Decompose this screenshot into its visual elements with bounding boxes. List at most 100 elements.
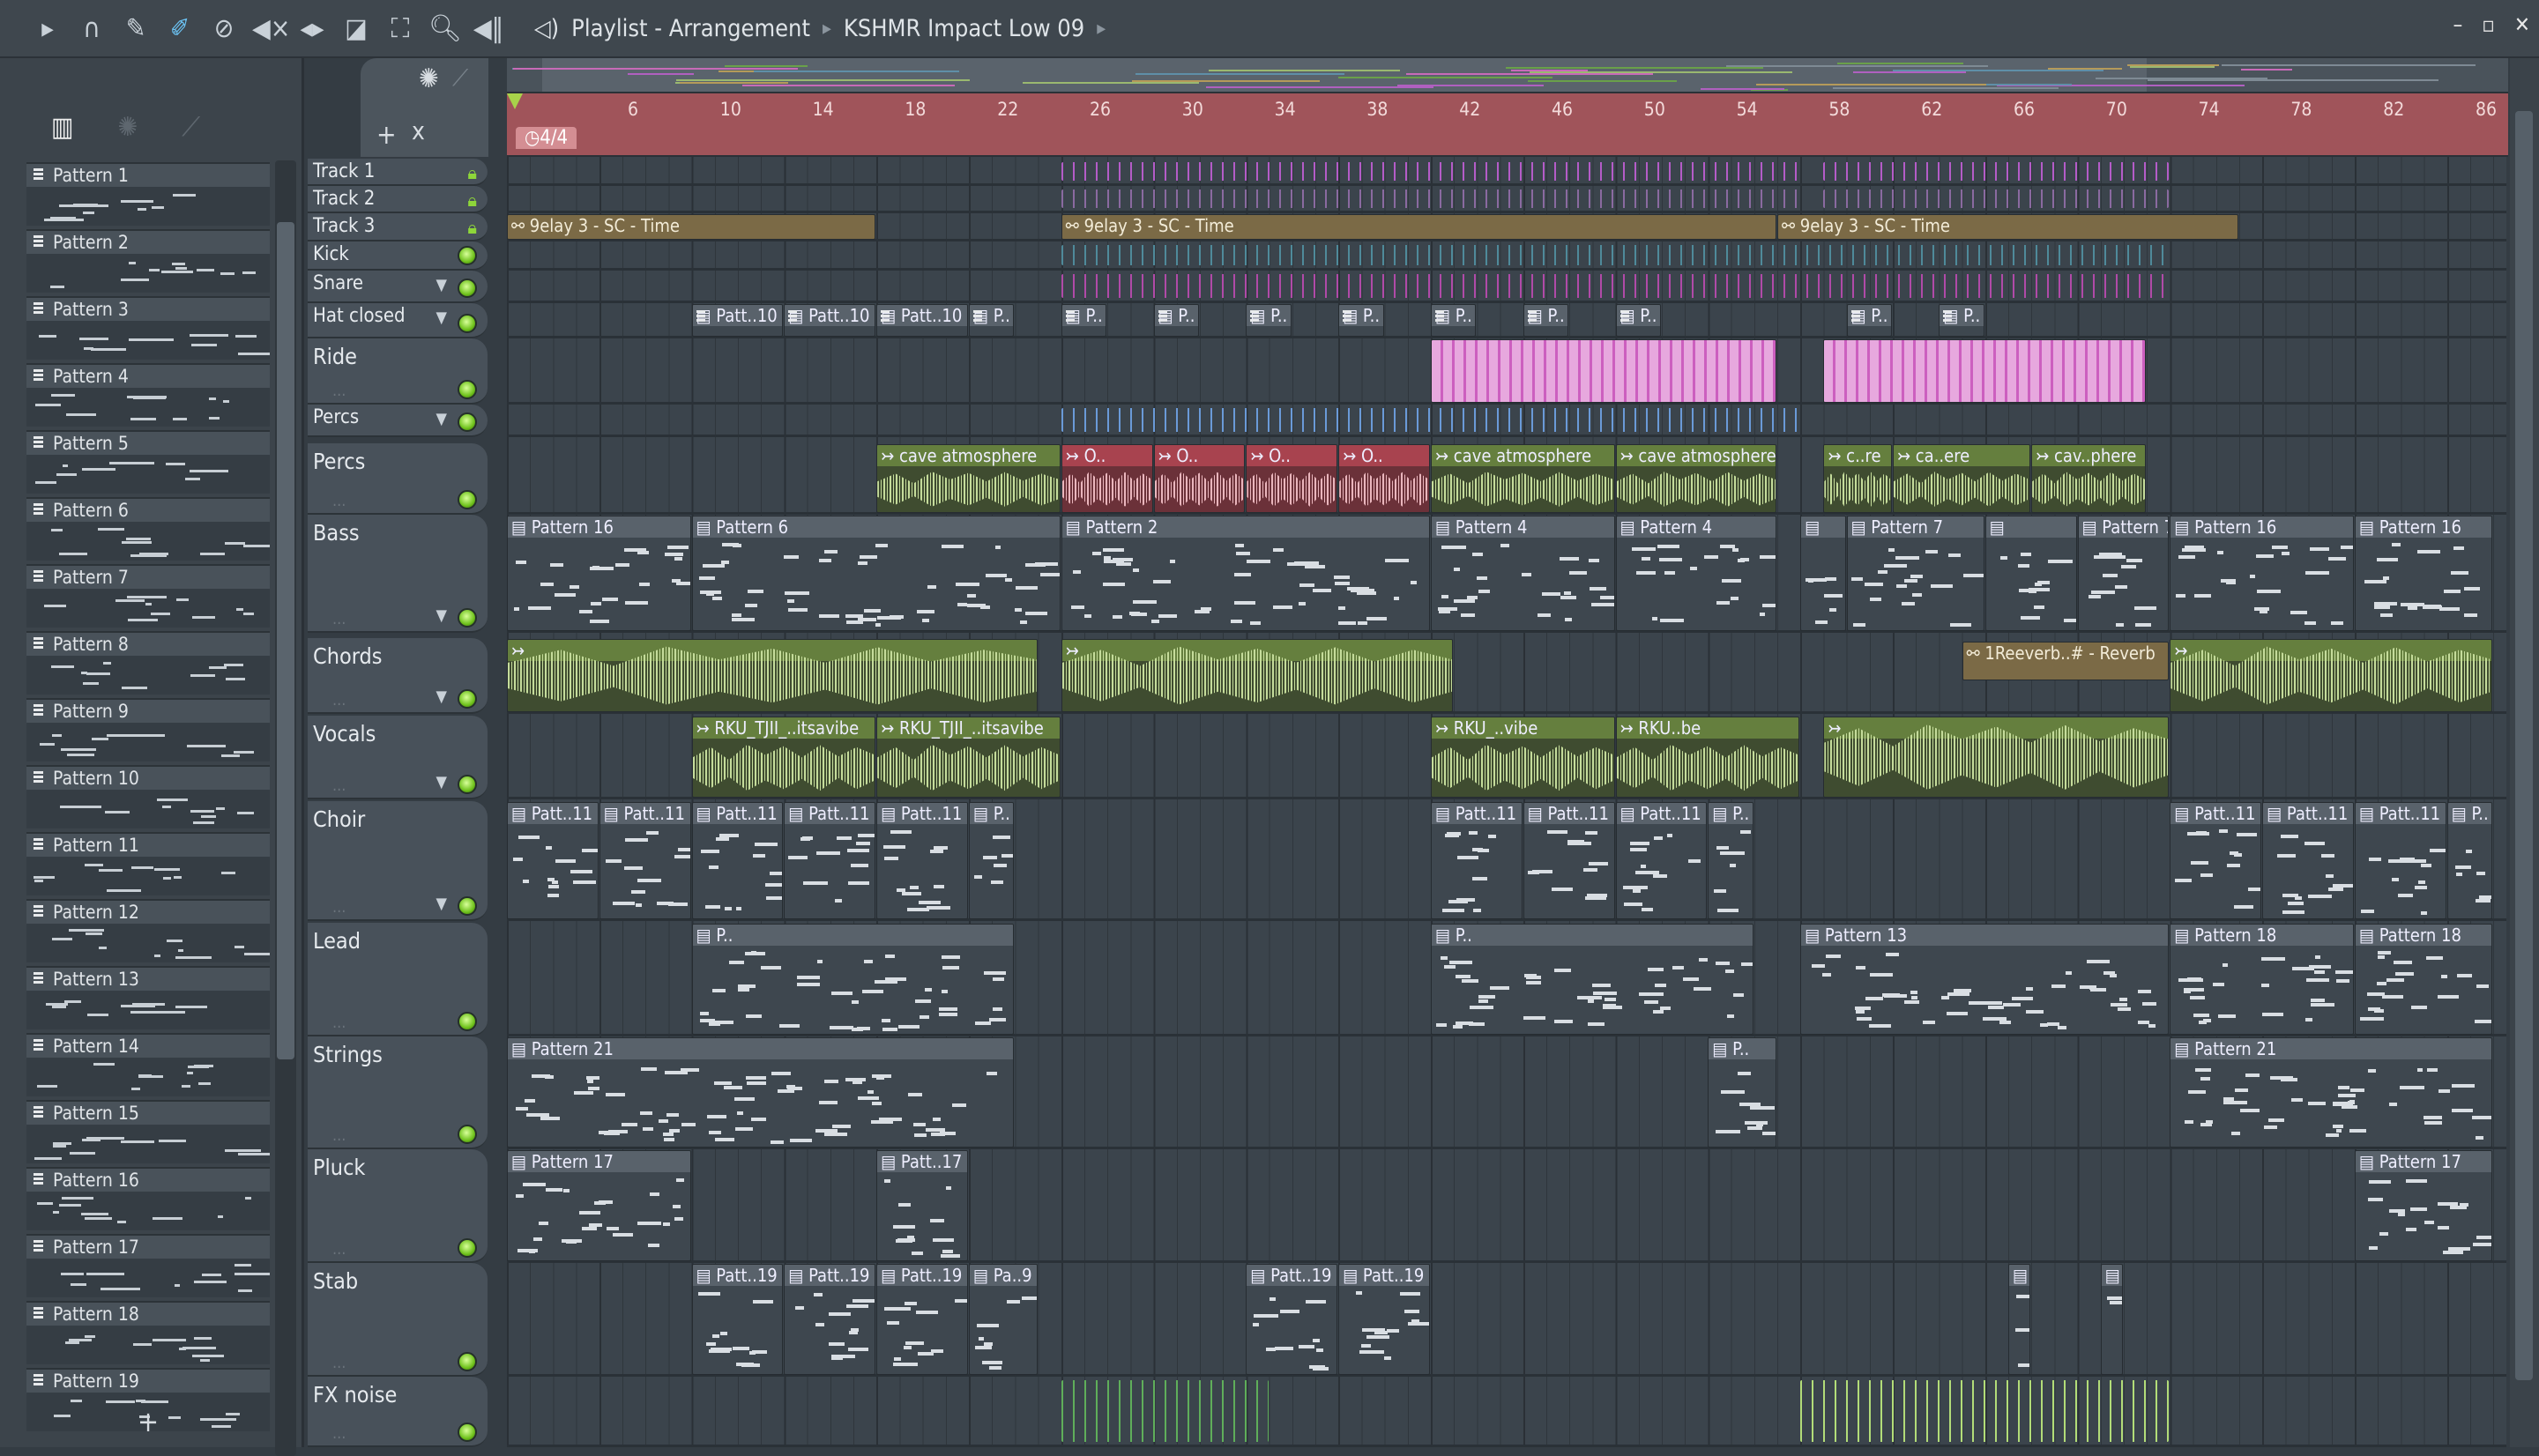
track-enable-led[interactable] — [458, 896, 477, 916]
track-header[interactable]: Vocals ▼... — [308, 716, 488, 799]
track-header[interactable]: Bass ▼... — [308, 515, 488, 633]
dropdown-arrow-icon[interactable]: ▼ — [436, 687, 447, 706]
clip-marks[interactable] — [1061, 162, 1800, 181]
clip-marks[interactable] — [1823, 162, 2170, 181]
more-icon[interactable]: ... — [332, 492, 346, 510]
mute-speaker-icon[interactable]: ◀× — [252, 13, 290, 44]
close-icon[interactable]: x — [412, 116, 425, 145]
track-header[interactable]: Choir ▼... — [308, 801, 488, 921]
pattern-clip[interactable]: ▤ Pattern 4 — [1431, 516, 1615, 631]
playlist-grid[interactable]: ⚯ 9elay 3 - SC - Time ⚯ 9elay 3 - SC - Ti… — [507, 157, 2506, 1447]
track-header[interactable]: Hat closed ▼ — [308, 303, 488, 338]
pattern-clip[interactable]: ▤ Pattern 6 — [691, 516, 1061, 631]
dropdown-arrow-icon[interactable]: ▼ — [436, 410, 447, 428]
pattern-clip[interactable]: ▤ Pattern 21 — [507, 1037, 1015, 1148]
track-header[interactable]: Lead... — [308, 923, 488, 1036]
track-enable-led[interactable] — [458, 689, 477, 709]
pattern-clip[interactable]: ▤ Pattern 18 — [2355, 924, 2493, 1035]
pattern-clip[interactable]: ▤ Patt..19 — [1338, 1264, 1430, 1375]
pattern-clip[interactable]: ▤ — [1800, 516, 1846, 631]
pattern-list-item[interactable]: Pattern 14 — [26, 1033, 270, 1096]
audio-clip[interactable]: ↣ — [1061, 639, 1454, 712]
magnet-icon[interactable]: ∩ — [76, 13, 108, 44]
track-header[interactable]: Ride... — [308, 338, 488, 405]
pattern-list-item[interactable]: Pattern 18 — [26, 1301, 270, 1364]
playhead-marker[interactable] — [507, 93, 523, 109]
pattern-list-item[interactable]: Pattern 1 — [26, 162, 270, 226]
slip-icon[interactable]: ◂▸ — [296, 13, 328, 44]
pattern-clip[interactable]: ▤ Pa..9 — [969, 1264, 1038, 1375]
pattern-clip[interactable]: ▤ P.. — [969, 802, 1015, 919]
audio-clip[interactable]: ↣ RKU..be — [1615, 717, 1800, 798]
playback-icon[interactable]: ◀‖ — [473, 13, 504, 44]
dropdown-arrow-icon[interactable]: ▼ — [436, 308, 447, 327]
audio-clip[interactable]: ↣ ca..ere — [1893, 444, 2031, 513]
pattern-clip[interactable]: ▤ Patt..19 — [691, 1264, 784, 1375]
arrangement-overview[interactable] — [507, 58, 2508, 93]
pattern-clip[interactable]: ▤ Patt..11 — [1523, 802, 1615, 919]
pattern-list-item[interactable]: Pattern 13 — [26, 966, 270, 1029]
audio-clip[interactable]: ↣ O.. — [1061, 444, 1153, 513]
more-icon[interactable]: ... — [332, 1354, 346, 1372]
track-enable-led[interactable] — [458, 1423, 477, 1442]
pattern-clip[interactable]: ▤ P.. — [969, 304, 1015, 337]
pattern-clip[interactable]: ▤ Patt..11 — [1431, 802, 1523, 919]
pattern-clip[interactable]: ▤ P.. — [1246, 304, 1292, 337]
audio-clip[interactable]: ↣ O.. — [1153, 444, 1246, 513]
pattern-list-item[interactable]: Pattern 7 — [26, 564, 270, 628]
pattern-clip[interactable] — [1431, 339, 1776, 403]
pattern-list-item[interactable]: Pattern 15 — [26, 1100, 270, 1163]
pattern-list-item[interactable]: Pattern 3 — [26, 296, 270, 360]
pattern-clip[interactable]: ▤ — [1984, 516, 2077, 631]
slice-icon[interactable]: ◪ — [340, 13, 372, 44]
pattern-clip[interactable]: ▤ Patt..11 — [2262, 802, 2354, 919]
pattern-clip[interactable]: ▤ Patt..17 — [876, 1150, 968, 1261]
pattern-clip[interactable]: ▤ Patt..11 — [2170, 802, 2262, 919]
track-header[interactable]: Snare ▼ — [308, 271, 488, 303]
pattern-clip[interactable]: ▤ Patt..11 — [507, 802, 599, 919]
clip-marks[interactable] — [1061, 408, 1800, 432]
audio-clip[interactable]: ↣ RKU_TJII_..itsavibe — [876, 717, 1061, 798]
lock-icon[interactable]: 🔒︎ — [467, 189, 477, 211]
track-header[interactable]: Kick — [308, 241, 488, 271]
audio-clip[interactable]: ↣ — [1823, 717, 2170, 798]
pattern-list-scrollbar[interactable] — [275, 160, 296, 1456]
track-enable-led[interactable] — [458, 1352, 477, 1371]
track-lane[interactable] — [507, 1377, 2506, 1447]
more-icon[interactable]: ... — [332, 1014, 346, 1032]
track-enable-led[interactable] — [458, 1125, 477, 1144]
pattern-clip[interactable]: ▤ Patt..19 — [1246, 1264, 1338, 1375]
track-enable-led[interactable] — [458, 1238, 477, 1258]
pattern-clip[interactable]: ▤ Pattern 21 — [2170, 1037, 2493, 1148]
track-header[interactable]: Percs ▼ — [308, 405, 488, 437]
timeline-ruler[interactable]: ◷4/4 6 10 14 18 22 26 30 34 38 42 46 50 54 58 62 66 70 74… — [507, 93, 2508, 157]
pattern-list-item[interactable]: Pattern 17 — [26, 1234, 270, 1297]
pattern-clip[interactable]: ▤ P.. — [1061, 304, 1107, 337]
pattern-list-item[interactable]: Pattern 16 — [26, 1167, 270, 1230]
track-header[interactable]: Track 1 🔒︎ — [308, 159, 488, 186]
pattern-list-item[interactable]: Pattern 10 — [26, 765, 270, 828]
scrollbar-thumb[interactable] — [277, 222, 294, 1059]
more-icon[interactable]: ... — [332, 382, 346, 400]
audio-wave-icon[interactable]: ✺ — [419, 63, 439, 94]
pattern-clip[interactable]: ▤ P.. — [1338, 304, 1384, 337]
pencil-icon[interactable]: ✎ — [120, 13, 152, 44]
pattern-clip[interactable]: ▤ P.. — [1615, 304, 1661, 337]
pattern-clip[interactable]: ▤ Patt..11 — [2355, 802, 2446, 919]
pattern-clip[interactable]: ▤ Pattern 4 — [1615, 516, 1776, 631]
pattern-list-item[interactable]: Pattern 8 — [26, 631, 270, 695]
chevron-right-icon[interactable]: ▸ — [1097, 18, 1106, 40]
pattern-clip[interactable]: ▤ Patt..11 — [1615, 802, 1708, 919]
piano-roll-icon[interactable]: ▥ — [51, 112, 74, 143]
track-enable-led[interactable] — [458, 608, 477, 628]
audio-clip[interactable]: ↣ — [507, 639, 1038, 712]
pattern-clip[interactable]: ▤ P.. — [1153, 304, 1199, 337]
audio-clip[interactable]: ↣ RKU_..vibe — [1431, 717, 1615, 798]
pattern-clip[interactable]: ▤ — [2008, 1264, 2031, 1375]
dropdown-arrow-icon[interactable]: ▼ — [436, 773, 447, 791]
automation-clip[interactable]: ⚯ 9elay 3 - SC - Time — [507, 214, 876, 240]
audio-clip[interactable]: ↣ cave atmosphere — [1615, 444, 1776, 513]
pattern-clip[interactable]: ▤ P.. — [1846, 304, 1892, 337]
audio-clip[interactable]: ↣ RKU_TJII_..itsavibe — [691, 717, 876, 798]
pattern-clip[interactable]: ▤ Pattern 16 — [2170, 516, 2354, 631]
